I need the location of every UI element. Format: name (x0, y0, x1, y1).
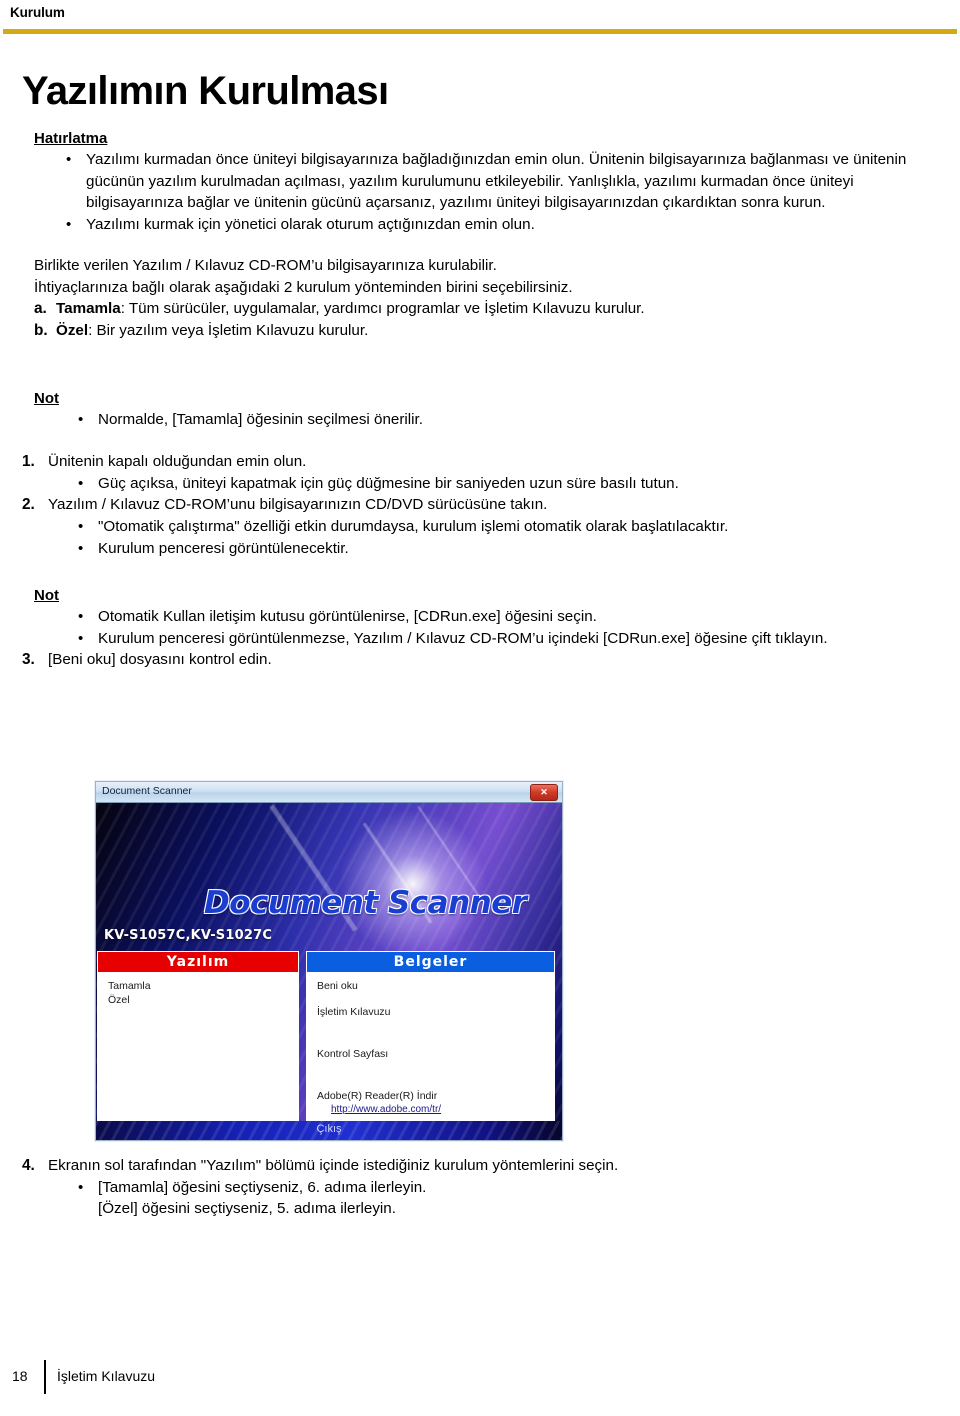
list-marker: 4. (22, 1157, 35, 1174)
bullet-icon: • (66, 151, 72, 168)
bullet-icon: • (78, 518, 84, 536)
note-2-bullets: • Otomatik Kullan iletişim kutusu görünt… (0, 606, 960, 649)
bullet-icon: • (66, 215, 72, 233)
intro-block: Birlikte verilen Yazılım / Kılavuz CD-RO… (0, 255, 960, 342)
model-numbers: KV-S1057C,KV-S1027C (104, 928, 273, 943)
exit-bar[interactable]: Çıkış (96, 1121, 562, 1140)
step-text: Ekranın sol tarafından "Yazılım" bölümü … (48, 1157, 619, 1174)
list-item: • Kurulum penceresi görüntülenecektir. (78, 538, 932, 560)
menu-item-ozel[interactable]: Özel (108, 994, 298, 1006)
window-titlebar: Document Scanner ✕ (96, 782, 562, 803)
panel-software: Yazılım Tamamla Özel (97, 951, 299, 1123)
step-3: 3. [Beni oku] dosyasını kontrol edin. (22, 649, 932, 671)
list-item: • Normalde, [Tamamla] öğesinin seçilmesi… (78, 409, 932, 431)
panel-documents-header: Belgeler (307, 952, 554, 972)
panel-documents-body: Beni oku İşletim Kılavuzu Kontrol Sayfas… (307, 972, 554, 1115)
step-3-block: 3. [Beni oku] dosyasını kontrol edin. (0, 649, 960, 671)
step-1: 1. Ünitenin kapalı olduğundan emin olun. (22, 451, 932, 473)
intro-line-2: İhtiyaçlarınıza bağlı olarak aşağıdaki 2… (34, 278, 573, 296)
step-text: Yazılım / Kılavuz CD-ROM’unu bilgisayarı… (48, 496, 548, 514)
list-item-text: Tamamla: Tüm sürücüler, uygulamalar, yar… (56, 298, 932, 320)
running-header-title: Kurulum (10, 5, 65, 20)
list-item: b. Özel: Bir yazılım veya İşletim Kılavu… (34, 320, 932, 342)
list-marker: b. (34, 322, 48, 340)
running-header: Kurulum (0, 0, 960, 34)
step-text: Ünitenin kapalı olduğundan emin olun. (48, 452, 307, 470)
footer-document-title: İşletim Kılavuzu (57, 1368, 156, 1384)
note-2-section: Not (0, 569, 960, 606)
list-item-text: [Tamamla] öğesini seçtiyseniz, 6. adıma … (98, 1178, 427, 1196)
option-desc: : Bir yazılım veya İşletim Kılavuzu kuru… (88, 322, 369, 340)
list-item: • "Otomatik çalıştırma" özelliği etkin d… (78, 516, 932, 538)
exit-button-label[interactable]: Çıkış (316, 1123, 341, 1135)
menu-item-adobe-reader-indir[interactable]: Adobe(R) Reader(R) İndir (317, 1090, 554, 1102)
list-marker: 1. (22, 452, 35, 470)
step-4-block: 4. Ekranın sol tarafından "Yazılım" bölü… (0, 1155, 960, 1220)
note-1-heading: Not (34, 390, 59, 408)
list-item: • [Tamamla] öğesini seçtiyseniz, 6. adım… (78, 1177, 932, 1199)
window-title: Document Scanner (102, 785, 192, 797)
list-item-text: Otomatik Kullan iletişim kutusu görüntül… (98, 608, 597, 626)
option-desc: : Tüm sürücüler, uygulamalar, yardımcı p… (120, 300, 645, 318)
footer-divider (44, 1360, 46, 1394)
footer-page-number: 18 (12, 1368, 28, 1384)
list-item: • [Özel] öğesini seçtiyseniz, 5. adıma i… (78, 1198, 932, 1220)
note-2-heading: Not (34, 587, 59, 605)
bullet-icon: • (78, 539, 84, 557)
list-item: • Otomatik Kullan iletişim kutusu görünt… (78, 606, 932, 628)
note-1-bullets: • Normalde, [Tamamla] öğesinin seçilmesi… (0, 409, 960, 431)
bullet-icon: • (78, 474, 84, 492)
bullet-icon: • (78, 1178, 84, 1196)
bullet-icon: • (78, 608, 84, 626)
list-item-text: Normalde, [Tamamla] öğesinin seçilmesi ö… (98, 411, 423, 429)
adobe-download-link[interactable]: http://www.adobe.com/tr/ (331, 1104, 554, 1115)
application-screenshot: Document Scanner ✕ Document Scanner KV-S… (95, 781, 563, 1141)
reminder-heading: Hatırlatma (34, 130, 108, 147)
list-item-text: Kurulum penceresi görüntülenecektir. (98, 539, 349, 557)
bullet-icon: • (78, 629, 84, 647)
brand-wordmark: Document Scanner (204, 885, 527, 921)
page-footer: 18 İşletim Kılavuzu (0, 1360, 960, 1394)
note-1-section: Not (0, 372, 960, 409)
menu-item-tamamla[interactable]: Tamamla (108, 980, 298, 992)
intro-line-1: Birlikte verilen Yazılım / Kılavuz CD-RO… (34, 257, 497, 275)
steps-list: 1. Ünitenin kapalı olduğundan emin olun.… (0, 451, 960, 559)
menu-item-isletim-kilavuzu[interactable]: İşletim Kılavuzu (317, 1006, 554, 1018)
step-4: 4. Ekranın sol tarafından "Yazılım" bölü… (22, 1155, 932, 1177)
step-2: 2. Yazılım / Kılavuz CD-ROM’unu bilgisay… (22, 494, 932, 516)
list-item: • Kurulum penceresi görüntülenmezse, Yaz… (78, 628, 932, 650)
list-marker: a. (34, 300, 47, 318)
reminder-section: Hatırlatma (0, 112, 960, 149)
panel-documents: Belgeler Beni oku İşletim Kılavuzu Kontr… (306, 951, 555, 1123)
list-item-text: Kurulum penceresi görüntülenmezse, Yazıl… (98, 629, 828, 647)
page-content: Yazılımın Kurulması Hatırlatma • Yazılım… (0, 34, 960, 671)
list-item: • Güç açıksa, üniteyi kapatmak için güç … (78, 473, 932, 495)
menu-item-beni-oku[interactable]: Beni oku (317, 980, 554, 992)
list-marker: 3. (22, 651, 35, 669)
window-canvas: Document Scanner KV-S1057C,KV-S1027C Yaz… (96, 803, 562, 1140)
list-marker: 2. (22, 496, 35, 514)
list-item: • Yazılımı kurmak için yönetici olarak o… (66, 214, 932, 236)
page-title: Yazılımın Kurulması (22, 69, 389, 113)
close-icon[interactable]: ✕ (530, 784, 558, 801)
list-item-text: Yazılımı kurmak için yönetici olarak otu… (86, 215, 535, 233)
option-name: Tamamla (56, 300, 121, 318)
bullet-icon: • (78, 411, 84, 429)
option-name: Özel (56, 322, 89, 340)
list-item: a. Tamamla: Tüm sürücüler, uygulamalar, … (34, 298, 932, 320)
list-item-text: "Otomatik çalıştırma" özelliği etkin dur… (98, 518, 729, 536)
list-item-text: Yazılımı kurmadan önce üniteyi bilgisaya… (86, 151, 907, 212)
list-item-text: Özel: Bir yazılım veya İşletim Kılavuzu … (56, 320, 932, 342)
list-item-text: [Özel] öğesini seçtiyseniz, 5. adıma ile… (98, 1200, 396, 1218)
panel-software-header: Yazılım (98, 952, 298, 972)
panel-software-body: Tamamla Özel (98, 972, 298, 1006)
step-text: [Beni oku] dosyasını kontrol edin. (48, 651, 272, 669)
list-item-text: Güç açıksa, üniteyi kapatmak için güç dü… (98, 474, 679, 492)
reminder-bullets: • Yazılımı kurmadan önce üniteyi bilgisa… (0, 149, 960, 235)
menu-item-kontrol-sayfasi[interactable]: Kontrol Sayfası (317, 1048, 554, 1060)
list-item: • Yazılımı kurmadan önce üniteyi bilgisa… (66, 149, 932, 214)
